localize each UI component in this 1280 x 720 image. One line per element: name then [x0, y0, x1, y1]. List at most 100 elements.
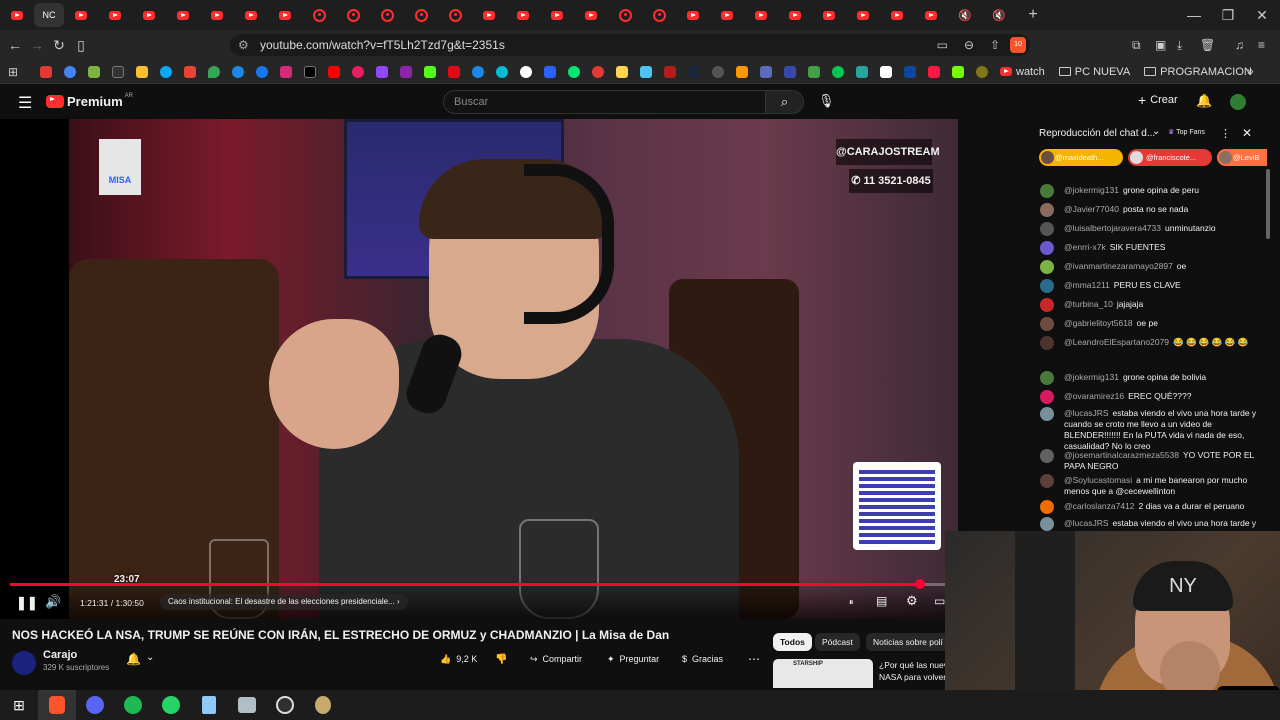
suggested-video-title[interactable]: NASA para volver: [879, 672, 946, 682]
bookmark-folder-programacion[interactable]: PROGRAMACION: [1144, 66, 1252, 78]
bookmark-icon[interactable]: [136, 65, 148, 78]
taskbar-app[interactable]: [228, 690, 266, 720]
taskbar-notepad[interactable]: [190, 690, 228, 720]
create-button[interactable]: + Crear: [1138, 93, 1178, 107]
more-actions-icon[interactable]: ⋯: [748, 652, 760, 666]
sidebar-icon[interactable]: ▯: [70, 37, 92, 54]
avatar[interactable]: [1040, 407, 1054, 421]
chat-username[interactable]: @carloslanza7412: [1064, 501, 1135, 511]
video-player[interactable]: MISA @CARAJOSTREAM ✆ 11 3521-0845 23:07 …: [0, 119, 958, 619]
tab[interactable]: [506, 3, 540, 27]
bell-icon[interactable]: 🔔: [126, 652, 141, 666]
more-options-icon[interactable]: ⋮: [1220, 127, 1231, 140]
chapter-button[interactable]: Caos institucional: El desastre de las e…: [160, 594, 408, 610]
settings-gear-icon[interactable]: ⚙: [906, 593, 918, 609]
download-icon[interactable]: ⤓: [1177, 38, 1182, 53]
facebook-icon[interactable]: [256, 65, 268, 78]
tab[interactable]: [234, 3, 268, 27]
bookmark-icon[interactable]: [544, 65, 556, 78]
pause-button[interactable]: ❚❚: [16, 595, 38, 611]
avatar[interactable]: [1040, 474, 1054, 488]
taskbar-league[interactable]: [304, 690, 342, 720]
avatar[interactable]: [1040, 203, 1054, 217]
top-fans-badge[interactable]: ♛ Top Fans: [1168, 128, 1205, 136]
minimize-button[interactable]: —: [1179, 7, 1209, 23]
ask-button[interactable]: ✦ Preguntar: [607, 654, 659, 665]
bookmark-icon[interactable]: [472, 65, 484, 78]
share-button[interactable]: ↪ Compartir: [530, 654, 582, 665]
chip-all[interactable]: Todos: [773, 633, 812, 651]
thanks-button[interactable]: $ Gracias: [682, 654, 723, 664]
tab[interactable]: [608, 3, 642, 27]
like-button[interactable]: 👍 9,2 K: [440, 654, 477, 665]
bookmark-icon[interactable]: [976, 65, 988, 78]
bookmark-icon[interactable]: [616, 65, 628, 78]
avatar[interactable]: [1040, 279, 1054, 293]
google-icon[interactable]: [64, 65, 76, 78]
tab[interactable]: [744, 3, 778, 27]
bookmark-icon[interactable]: [904, 65, 916, 78]
bookmark-icon[interactable]: [856, 65, 868, 78]
twitch-icon[interactable]: [376, 65, 388, 78]
search-button[interactable]: ⌕: [766, 90, 804, 114]
chat-username[interactable]: @jokermig131: [1064, 185, 1119, 195]
chip-podcast[interactable]: Pódcast: [815, 633, 860, 651]
tab[interactable]: [0, 3, 34, 27]
avatar[interactable]: [1040, 317, 1054, 331]
cast-icon[interactable]: ▭: [937, 34, 948, 56]
tab[interactable]: [404, 3, 438, 27]
taskbar-whatsapp[interactable]: [152, 690, 190, 720]
bookmark-icon[interactable]: [880, 65, 892, 78]
chat-username[interactable]: @luisalbertojaravera4733: [1064, 223, 1161, 233]
youtube-icon[interactable]: [328, 65, 340, 78]
tab-muted[interactable]: 🔇: [982, 3, 1016, 27]
tab[interactable]: [880, 3, 914, 27]
suggested-video-title[interactable]: ¿Por qué las nuev: [879, 660, 948, 670]
taskbar-brave[interactable]: [38, 690, 76, 720]
wallet-icon[interactable]: ▣: [1155, 38, 1166, 52]
instagram-icon[interactable]: [280, 65, 292, 78]
taskbar-spotify[interactable]: [114, 690, 152, 720]
chat-username[interactable]: @josemartinalcarazmeza5538: [1064, 450, 1179, 460]
netflix-icon[interactable]: [448, 65, 460, 78]
chevron-down-icon[interactable]: ⌄: [1152, 126, 1160, 137]
avatar[interactable]: [1040, 390, 1054, 404]
bookmark-icon[interactable]: [952, 65, 964, 78]
bookmark-folder-pc-nueva[interactable]: PC NUEVA: [1058, 66, 1130, 78]
youtube-logo[interactable]: Premium AR: [46, 93, 133, 109]
chat-username[interactable]: @gabrielitoyt5618: [1064, 318, 1133, 328]
tab[interactable]: [132, 3, 166, 27]
notifications-bell-icon[interactable]: 🔔: [1196, 93, 1212, 109]
subtitles-icon[interactable]: ▤: [876, 594, 887, 608]
tab[interactable]: [676, 3, 710, 27]
bookmark-icon[interactable]: [760, 65, 772, 78]
more-bookmarks-icon[interactable]: »: [1247, 64, 1254, 78]
maximize-button[interactable]: ❐: [1213, 7, 1243, 24]
tab[interactable]: [846, 3, 880, 27]
apps-grid-icon[interactable]: ⊞: [8, 65, 18, 79]
site-info-icon[interactable]: ⚙: [238, 34, 249, 56]
tab[interactable]: [540, 3, 574, 27]
avatar[interactable]: [1040, 371, 1054, 385]
bookmark-icon[interactable]: [592, 65, 604, 78]
trash-icon[interactable]: 🗑: [1200, 38, 1215, 52]
dislike-button[interactable]: 👎: [495, 654, 507, 665]
hamburger-menu-icon[interactable]: ☰: [18, 93, 32, 113]
bookmark-icon[interactable]: [520, 65, 532, 78]
start-button[interactable]: ⊞: [0, 690, 38, 720]
chat-username[interactable]: @turbina_10: [1064, 299, 1113, 309]
tab[interactable]: [370, 3, 404, 27]
avatar[interactable]: [1040, 449, 1054, 463]
x-icon[interactable]: [304, 65, 316, 78]
miniplayer-icon[interactable]: ▭: [934, 594, 945, 608]
forward-icon[interactable]: →: [26, 37, 48, 53]
avatar[interactable]: [1230, 94, 1246, 110]
kick-icon[interactable]: [424, 65, 436, 78]
chat-username[interactable]: @Javier77040: [1064, 204, 1119, 214]
autoplay-toggle-icon[interactable]: ⏸: [849, 597, 854, 608]
bookmark-icon[interactable]: [400, 65, 412, 78]
chip-news[interactable]: Noticias sobre polí: [866, 633, 945, 651]
music-icon[interactable]: ♫: [1235, 38, 1244, 52]
bookmark-icon[interactable]: [832, 65, 844, 78]
share-icon[interactable]: ⇧: [990, 34, 1000, 56]
